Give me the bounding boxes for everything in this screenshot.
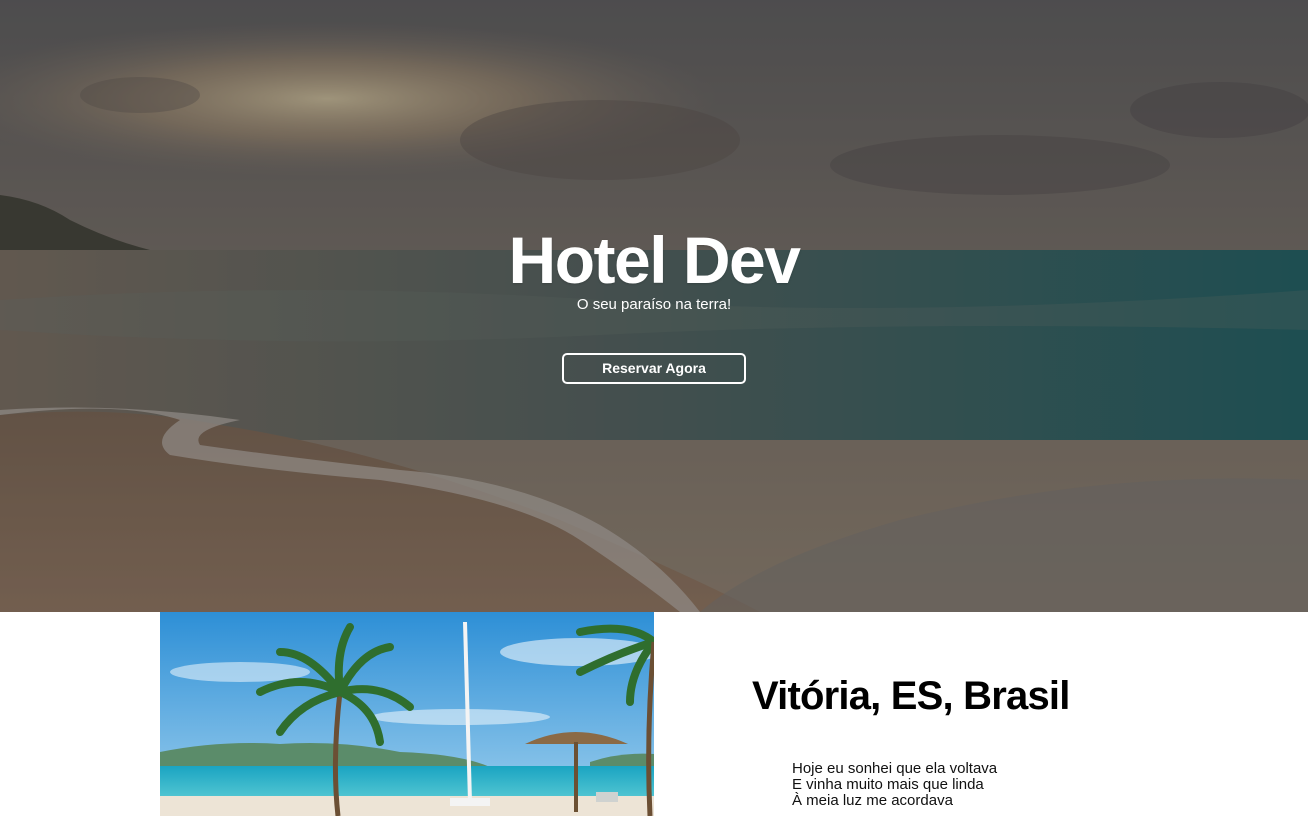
reserve-now-button[interactable]: Reservar Agora xyxy=(562,353,746,384)
about-text-block: Vitória, ES, Brasil Hoje eu sonhei que e… xyxy=(752,672,1272,809)
hero-title: Hotel Dev xyxy=(508,223,801,297)
about-section: Vitória, ES, Brasil Hoje eu sonhei que e… xyxy=(0,612,1308,816)
poem-line: À meia luz me acordava xyxy=(792,792,953,809)
location-title: Vitória, ES, Brasil xyxy=(752,674,1070,718)
hero-section: Hotel Dev O seu paraíso na terra! Reserv… xyxy=(0,0,1308,612)
beach-palm-illustration xyxy=(160,612,654,816)
beach-image xyxy=(160,612,654,816)
poem-line: Hoje eu sonhei que ela voltava xyxy=(792,760,998,777)
hero-content: Hotel Dev O seu paraíso na terra! Reserv… xyxy=(0,222,1308,384)
poem-line: E vinha muito mais que linda xyxy=(792,776,984,793)
hero-subtitle: O seu paraíso na terra! xyxy=(576,296,732,313)
poem-text: Hoje eu sonhei que ela voltava E vinha m… xyxy=(792,761,1272,809)
